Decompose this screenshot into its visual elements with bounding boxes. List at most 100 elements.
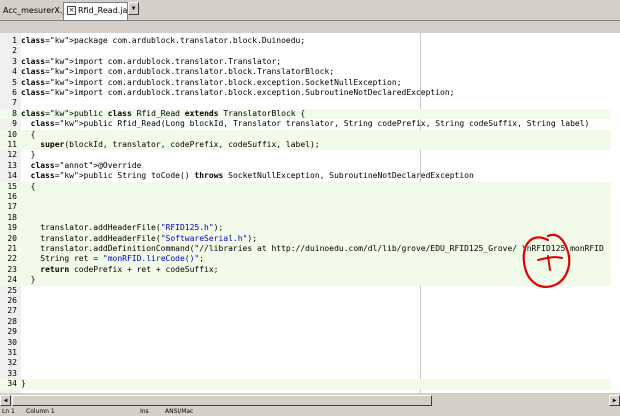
code-text: class="annot">@Override xyxy=(30,160,142,170)
line-number: 12 xyxy=(7,150,17,160)
code-text: class="kw">import com.ardublock.translat… xyxy=(21,67,335,77)
code-text: return codePrefix + ret + codeSuffix; xyxy=(40,264,219,274)
line-number: 3 xyxy=(12,56,17,66)
line-number: 24 xyxy=(7,275,17,285)
status-encoding: ANSI/Mac xyxy=(165,408,194,415)
tab-acc-mesurerx[interactable]: Acc_mesurerX.java xyxy=(0,3,79,19)
scroll-left-icon[interactable]: ◀ xyxy=(0,395,11,406)
line-number: 25 xyxy=(7,285,17,295)
line-number: 13 xyxy=(7,160,17,170)
code-line[interactable]: 31 xyxy=(0,348,620,358)
code-line[interactable]: 4 class="kw">import com.ardublock.transla… xyxy=(0,67,620,77)
code-line[interactable]: 3 class="kw">import com.ardublock.transla… xyxy=(0,57,620,67)
status-ins: Ins xyxy=(140,408,149,415)
line-number: 2 xyxy=(12,46,17,56)
status-bar: Ln 1 Column 1 Ins ANSI/Mac xyxy=(0,407,620,416)
code-text: class="kw">import com.ardublock.translat… xyxy=(21,56,282,66)
code-text: class="kw">import com.ardublock.translat… xyxy=(21,88,455,97)
scroll-right-icon[interactable]: ▶ xyxy=(609,395,620,406)
code-line[interactable]: 24 } xyxy=(0,275,620,286)
line-number: 27 xyxy=(7,306,17,316)
line-number: 28 xyxy=(7,316,17,326)
code-line[interactable]: 22 String ret = "monRFID.lireCode()"; xyxy=(0,254,620,265)
horizontal-scrollbar[interactable]: ◀ ▶ xyxy=(0,395,620,406)
chevron-down-icon[interactable]: ▼ xyxy=(128,2,139,15)
line-number: 34 xyxy=(7,379,17,389)
code-line[interactable]: 34} xyxy=(0,379,620,390)
code-text: } xyxy=(21,275,36,285)
code-text: translator.addDefinitionCommand("//libra… xyxy=(21,244,604,253)
code-text: { xyxy=(21,129,36,139)
line-number: 8 xyxy=(12,108,17,118)
code-line[interactable]: 20 translator.addHeaderFile("SoftwareSer… xyxy=(0,233,620,244)
code-line[interactable]: 19 translator.addHeaderFile("RFID125.h")… xyxy=(0,223,620,234)
code-line[interactable]: 32 xyxy=(0,358,620,368)
line-number: 5 xyxy=(12,77,17,87)
code-line[interactable]: 28 xyxy=(0,317,620,327)
code-line[interactable]: 17 xyxy=(0,202,620,213)
vertical-scrollbar[interactable] xyxy=(611,33,620,393)
code-text: class="kw">package com.ardublock.transla… xyxy=(21,36,306,45)
code-line[interactable]: 26 xyxy=(0,296,620,306)
code-line[interactable]: 12 } xyxy=(0,150,620,160)
line-number: 22 xyxy=(7,254,17,264)
code-text: class="kw">public class Rfid_Read extend… xyxy=(21,108,306,118)
tab-bar: Acc_mesurerX.java × Rfid_Read.java ▼ xyxy=(0,0,620,21)
line-number: 1 xyxy=(12,36,17,45)
code-line[interactable]: 2 xyxy=(0,46,620,56)
line-number: 32 xyxy=(7,358,17,368)
code-text: translator.addHeaderFile("RFID125.h"); xyxy=(21,223,224,233)
line-number: 11 xyxy=(7,140,17,149)
code-line[interactable]: 27 xyxy=(0,306,620,316)
code-line[interactable]: 9 class="kw">public Rfid_Read(Long block… xyxy=(0,119,620,129)
code-line[interactable]: 15 { xyxy=(0,181,620,192)
line-number: 30 xyxy=(7,337,17,347)
code-line[interactable]: 30 xyxy=(0,338,620,348)
status-line: Ln 1 xyxy=(2,408,15,415)
line-number: 19 xyxy=(7,223,17,233)
code-line[interactable]: 25 xyxy=(0,286,620,296)
line-number: 31 xyxy=(7,348,17,357)
tab-rfid-read[interactable]: × Rfid_Read.java xyxy=(63,2,137,20)
code-editor[interactable]: 1 class="kw">package com.ardublock.transl… xyxy=(0,33,620,393)
line-number: 17 xyxy=(7,202,17,212)
code-text: super(blockId, translator, codePrefix, c… xyxy=(40,140,320,149)
code-line[interactable]: 14 class="kw">public String toCode() thr… xyxy=(0,171,620,181)
line-number: 6 xyxy=(12,88,17,97)
line-number: 16 xyxy=(7,192,17,201)
line-number: 33 xyxy=(7,368,17,378)
code-text: class="kw">public Rfid_Read(Long blockId… xyxy=(30,119,590,129)
code-line[interactable]: 16 xyxy=(0,192,620,203)
line-number: 20 xyxy=(7,233,17,243)
scrollbar-thumb[interactable] xyxy=(12,395,432,406)
status-column: Column 1 xyxy=(26,408,55,415)
code-text: translator.addHeaderFile("SoftwareSerial… xyxy=(21,233,258,243)
code-line[interactable]: 21 translator.addDefinitionCommand("//li… xyxy=(0,244,620,255)
code-line[interactable]: 13 class="annot">@Override xyxy=(0,161,620,171)
line-number: 26 xyxy=(7,296,17,305)
line-number: 7 xyxy=(12,98,17,108)
line-number: 29 xyxy=(7,327,17,337)
code-line[interactable]: 10 { xyxy=(0,129,620,140)
line-number: 14 xyxy=(7,171,17,181)
line-number: 10 xyxy=(7,129,17,139)
code-line[interactable]: 33 xyxy=(0,369,620,379)
code-line[interactable]: 6 class="kw">import com.ardublock.transla… xyxy=(0,88,620,98)
code-line[interactable]: 18 xyxy=(0,212,620,224)
code-line[interactable]: 1 class="kw">package com.ardublock.transl… xyxy=(0,36,620,46)
line-number: 9 xyxy=(12,119,17,129)
code-line[interactable]: 7 xyxy=(0,98,620,108)
code-line[interactable]: 5 class="kw">import com.ardublock.transla… xyxy=(0,78,620,88)
code-text: class="kw">import com.ardublock.translat… xyxy=(21,77,402,87)
code-line[interactable]: 11 super(blockId, translator, codePrefix… xyxy=(0,140,620,151)
code-text: class="kw">public String toCode() throws… xyxy=(30,171,474,181)
code-line[interactable]: 8 class="kw">public class Rfid_Read exten… xyxy=(0,108,620,120)
code-line[interactable]: 29 xyxy=(0,327,620,337)
code-line[interactable]: 23 return codePrefix + ret + codeSuffix; xyxy=(0,264,620,276)
code-text: } xyxy=(21,379,26,389)
code-text: String ret = "monRFID.lireCode()"; xyxy=(21,254,205,264)
close-icon[interactable]: × xyxy=(67,6,76,15)
line-number: 23 xyxy=(7,264,17,274)
line-number: 21 xyxy=(7,244,17,253)
code-text: } xyxy=(21,150,36,160)
